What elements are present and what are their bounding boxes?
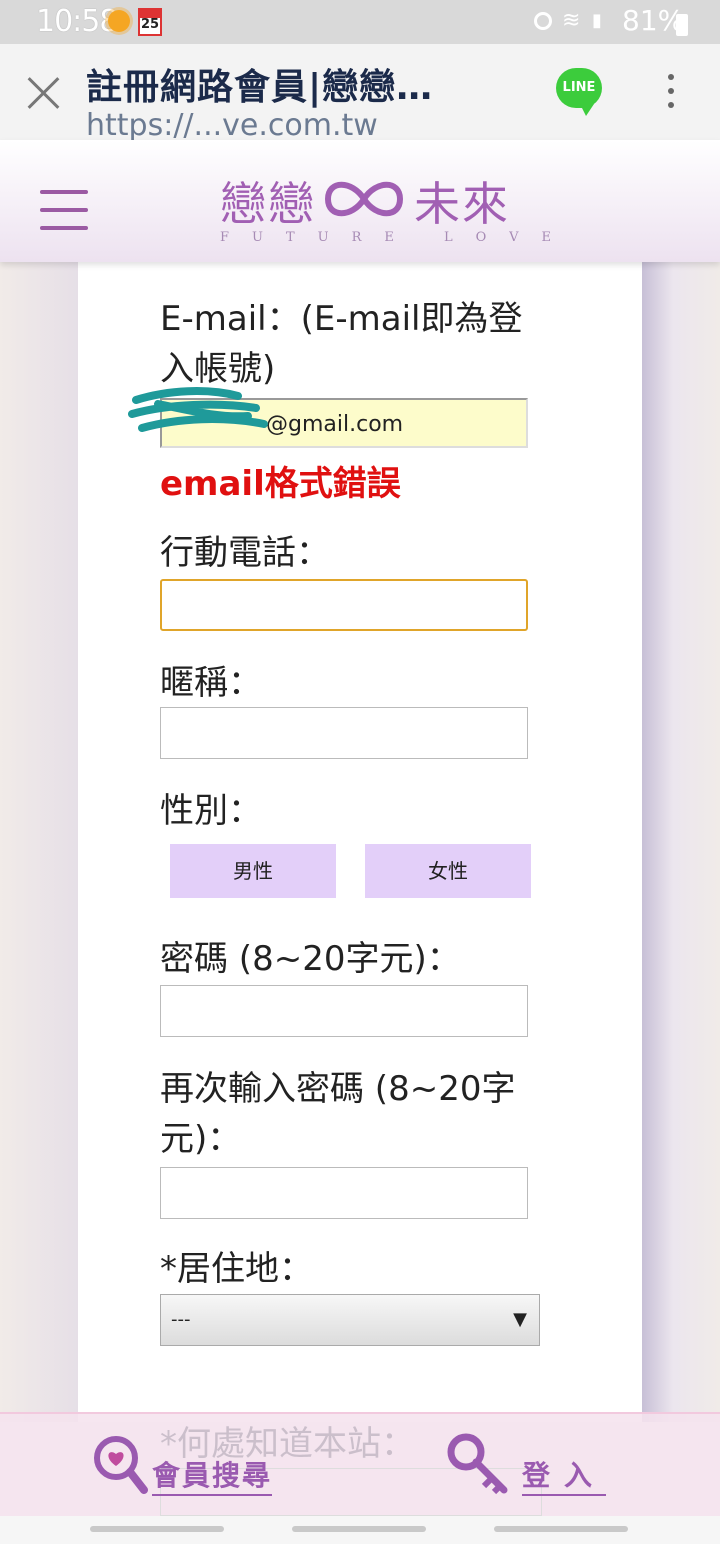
- gender-male-button[interactable]: 男性: [170, 844, 336, 898]
- residence-selected-value: ---: [171, 1309, 191, 1330]
- battery-percentage: 81%: [622, 4, 685, 37]
- password-field[interactable]: [160, 985, 528, 1037]
- residence-select[interactable]: --- ▼: [160, 1294, 540, 1346]
- recent-apps-gesture[interactable]: [90, 1526, 224, 1532]
- member-search-label: 會員搜尋: [152, 1454, 273, 1496]
- phone-label: 行動電話：: [160, 533, 330, 573]
- wifi-icon: ≋: [562, 8, 581, 33]
- home-gesture[interactable]: [292, 1526, 426, 1532]
- password-label: 密碼 (8~20字元)：: [160, 939, 461, 979]
- calendar-icon: 25: [138, 8, 162, 36]
- signal-icon: ▮: [592, 10, 602, 31]
- page-margin-right: [642, 262, 720, 1422]
- logo-text-left: 戀戀: [220, 177, 316, 231]
- close-icon[interactable]: [24, 72, 64, 112]
- browser-toolbar: 註冊網路會員|戀戀… https://...ve.com.tw LINE: [0, 44, 720, 141]
- line-share-icon[interactable]: LINE: [556, 68, 602, 116]
- page-margin-left: [0, 262, 78, 1422]
- member-search-button[interactable]: 會員搜尋: [90, 1432, 280, 1502]
- email-error-message: email格式錯誤: [160, 464, 401, 504]
- password-confirm-field[interactable]: [160, 1167, 528, 1219]
- email-label: E-mail：(E-mail即為登入帳號): [160, 299, 523, 389]
- redaction-scribble: [128, 387, 268, 432]
- nickname-label: 暱稱：: [160, 663, 262, 703]
- magnifier-heart-icon: [94, 1436, 148, 1494]
- key-icon: [447, 1433, 508, 1495]
- phone-field[interactable]: [160, 579, 528, 631]
- weather-sun-icon: [108, 10, 130, 32]
- battery-icon: [676, 14, 688, 36]
- system-gesture-bar: [0, 1514, 720, 1544]
- site-header: 戀戀 未來 FUTURE LOVE: [0, 140, 720, 262]
- page-url[interactable]: https://...ve.com.tw: [86, 108, 378, 140]
- password-confirm-label: 再次輸入密碼 (8~20字元)：: [160, 1069, 516, 1159]
- gender-label: 性別：: [160, 791, 262, 831]
- login-button[interactable]: 登入: [446, 1432, 616, 1502]
- residence-label: *居住地：: [160, 1249, 313, 1289]
- page-title: 註冊網路會員|戀戀…: [86, 67, 434, 108]
- bottom-nav: *何處知道本站： 會員搜尋 登入: [0, 1412, 720, 1516]
- hamburger-menu-icon[interactable]: [40, 190, 88, 230]
- logo-text-right: 未來: [414, 177, 510, 231]
- alarm-icon: [534, 12, 552, 30]
- status-bar: 10:58 25 ≋ ▮ 81%: [0, 0, 720, 44]
- infinity-logo-icon: [324, 181, 404, 217]
- logo-text-en: FUTURE LOVE: [220, 230, 574, 245]
- nickname-field[interactable]: [160, 707, 528, 759]
- back-gesture[interactable]: [494, 1526, 628, 1532]
- more-options-icon[interactable]: [664, 74, 678, 114]
- gender-female-button[interactable]: 女性: [365, 844, 531, 898]
- login-label: 登入: [522, 1454, 607, 1496]
- dropdown-arrow-icon: ▼: [513, 1309, 527, 1330]
- status-time: 10:58: [36, 4, 118, 39]
- site-logo[interactable]: 戀戀 未來 FUTURE LOVE: [220, 168, 551, 248]
